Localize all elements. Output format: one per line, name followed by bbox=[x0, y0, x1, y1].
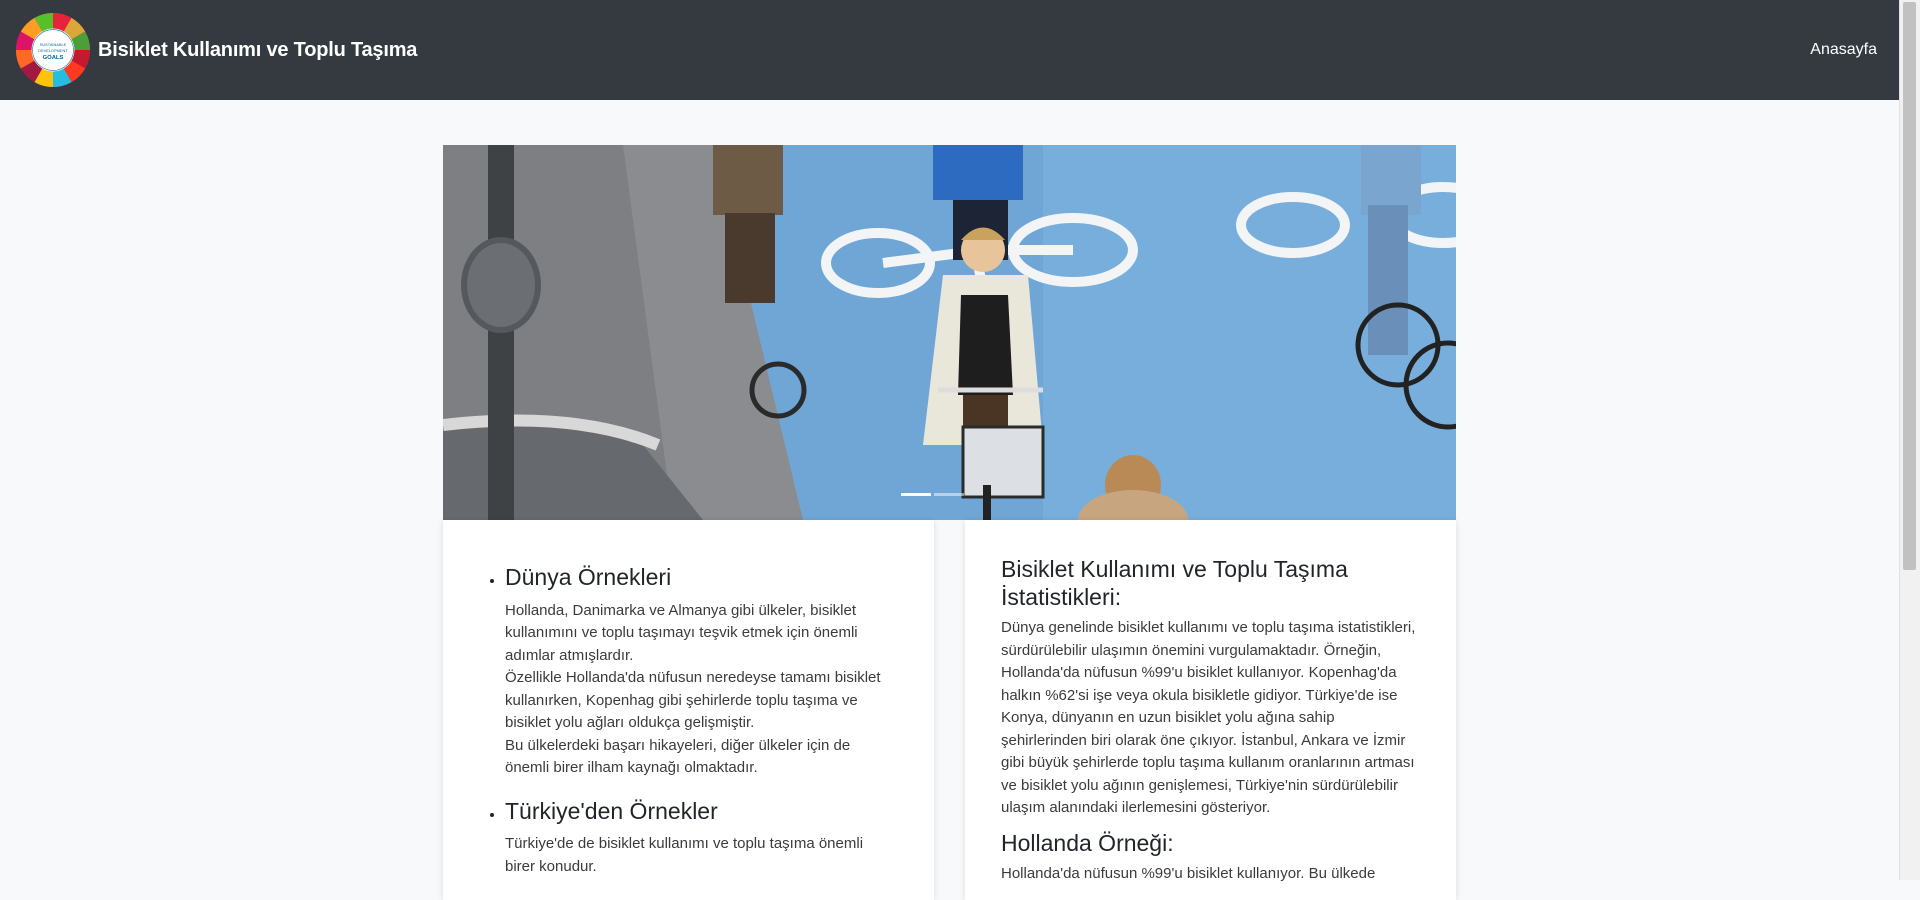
statistics-card: Bisiklet Kullanımı ve Toplu Taşıma İstat… bbox=[965, 520, 1456, 900]
svg-text:SUSTAINABLE: SUSTAINABLE bbox=[40, 42, 67, 47]
world-examples-card: Dünya Örnekleri Hollanda, Danimarka ve A… bbox=[443, 520, 934, 900]
site-title[interactable]: Bisiklet Kullanımı ve Toplu Taşıma bbox=[98, 39, 417, 62]
carousel-indicator-1[interactable] bbox=[901, 493, 931, 496]
svg-text:GOALS: GOALS bbox=[43, 55, 64, 61]
turkey-examples-heading: Türkiye'den Örnekler bbox=[505, 797, 718, 824]
world-examples-text-3: Bu ülkelerdeki başarı hikayeleri, diğer … bbox=[505, 736, 851, 777]
cyclists-photo bbox=[443, 145, 1456, 520]
nav-link-home[interactable]: Anasayfa bbox=[1810, 41, 1877, 59]
sdg-logo-icon: SUSTAINABLE DEVELOPMENT GOALS bbox=[15, 12, 91, 88]
page-scrollbar[interactable] bbox=[1899, 0, 1920, 880]
navbar-brand[interactable]: SUSTAINABLE DEVELOPMENT GOALS Bisiklet K… bbox=[14, 11, 417, 89]
svg-text:DEVELOPMENT: DEVELOPMENT bbox=[38, 48, 68, 53]
hero-carousel[interactable] bbox=[443, 145, 1456, 520]
list-item: Dünya Örnekleri Hollanda, Danimarka ve A… bbox=[505, 564, 892, 780]
carousel-indicator-2[interactable] bbox=[934, 493, 964, 496]
list-item: Türkiye'den Örnekler Türkiye'de de bisik… bbox=[505, 798, 892, 879]
top-navbar: SUSTAINABLE DEVELOPMENT GOALS Bisiklet K… bbox=[0, 0, 1899, 100]
netherlands-text: Hollanda'da nüfusun %99'u bisiklet kulla… bbox=[1001, 865, 1376, 883]
statistics-text: Dünya genelinde bisiklet kullanımı ve to… bbox=[1001, 619, 1416, 817]
examples-list: Dünya Örnekleri Hollanda, Danimarka ve A… bbox=[483, 564, 892, 878]
world-examples-text-1: Hollanda, Danimarka ve Almanya gibi ülke… bbox=[505, 601, 858, 664]
world-examples-text-2: Özellikle Hollanda'da nüfusun neredeyse … bbox=[505, 669, 881, 732]
world-examples-heading: Dünya Örnekleri bbox=[505, 564, 672, 590]
scrollbar-thumb[interactable] bbox=[1903, 2, 1916, 570]
netherlands-heading: Hollanda Örneği: bbox=[1001, 829, 1174, 856]
turkey-examples-text-1: Türkiye'de de bisiklet kullanımı ve topl… bbox=[505, 835, 864, 875]
statistics-heading: Bisiklet Kullanımı ve Toplu Taşıma İstat… bbox=[1001, 556, 1348, 610]
carousel-indicators bbox=[901, 493, 964, 496]
